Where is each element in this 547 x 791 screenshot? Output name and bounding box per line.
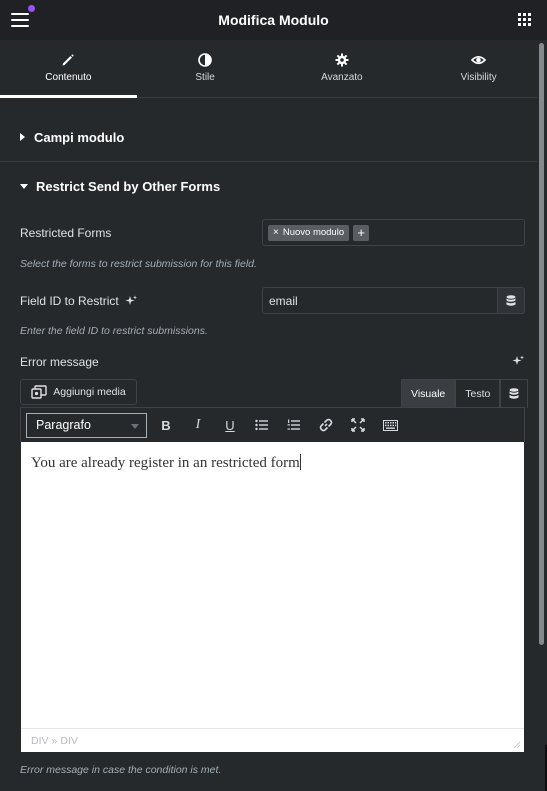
keyboard-icon [382, 419, 398, 431]
restricted-forms-select[interactable]: × Nuovo modulo + [262, 219, 525, 246]
restricted-forms-help: Select the forms to restrict submission … [20, 258, 257, 270]
tab-label: Stile [195, 72, 215, 83]
hamburger-menu-icon[interactable] [11, 13, 29, 27]
path-element[interactable]: DIV [31, 735, 49, 747]
numbered-list-button[interactable] [278, 411, 310, 439]
dynamic-tags-button[interactable] [500, 379, 529, 408]
underline-button[interactable]: U [214, 411, 246, 439]
add-form-button[interactable]: + [353, 224, 370, 241]
media-icon [31, 385, 47, 399]
editor-content: You are already register in an restricte… [31, 455, 300, 471]
tab-label: Contenuto [45, 72, 92, 83]
eye-icon [471, 55, 487, 65]
bold-button[interactable]: B [150, 411, 182, 439]
resize-handle-icon[interactable] [513, 741, 521, 749]
panel-title: Modifica Modulo [218, 12, 329, 28]
tab-label: Avanzato [321, 72, 363, 83]
tab-text[interactable]: Testo [455, 379, 501, 408]
error-message-help: Error message in case the condition is m… [20, 764, 222, 776]
add-media-button[interactable]: Aggiungi media [20, 379, 137, 405]
notification-dot [28, 5, 35, 12]
scrollbar-thumb[interactable] [539, 43, 544, 645]
italic-icon: I [195, 417, 201, 432]
underline-icon: U [225, 417, 235, 433]
tab-visual[interactable]: Visuale [401, 379, 456, 408]
format-select[interactable]: Paragrafo [26, 412, 147, 438]
tab-stile[interactable]: Stile [137, 40, 274, 97]
ai-sparkle-icon[interactable] [125, 295, 137, 307]
apps-grid-icon[interactable] [518, 13, 531, 26]
ai-sparkle-icon[interactable] [512, 355, 524, 367]
rich-text-editor[interactable]: You are already register in an restricte… [21, 442, 524, 728]
field-id-input[interactable] [262, 287, 498, 314]
tag-label: Nuovo modulo [282, 227, 345, 238]
database-icon [509, 388, 519, 399]
fullscreen-button[interactable] [342, 411, 374, 439]
editor-mode-tabs: Visuale Testo [401, 379, 529, 408]
tab-avanzato[interactable]: Avanzato [274, 40, 411, 97]
form-tag: × Nuovo modulo [268, 224, 350, 241]
label-text: Field ID to Restrict [20, 294, 119, 308]
tag-remove-button[interactable]: × [273, 227, 279, 238]
error-message-label: Error message [20, 355, 99, 369]
add-media-label: Aggiungi media [53, 386, 126, 398]
toolbar-toggle-button[interactable] [374, 411, 406, 439]
link-button[interactable] [310, 411, 342, 439]
gear-icon [335, 53, 349, 67]
bullet-list-button[interactable] [246, 411, 278, 439]
tab-label: Visibility [460, 72, 497, 83]
tab-visibility[interactable]: Visibility [410, 40, 547, 97]
section-title: Campi modulo [34, 129, 125, 145]
italic-button[interactable]: I [182, 411, 214, 439]
contrast-icon [198, 53, 212, 67]
section-restrict-send[interactable]: Restrict Send by Other Forms [0, 161, 537, 211]
chevron-down-icon [131, 423, 139, 429]
section-campi-modulo[interactable]: Campi modulo [0, 112, 537, 162]
tab-contenuto[interactable]: Contenuto [0, 40, 137, 98]
field-id-help: Enter the field ID to restrict submissio… [20, 325, 208, 337]
field-id-label: Field ID to Restrict [20, 294, 137, 308]
caret-down-icon [20, 183, 28, 189]
database-icon [506, 294, 516, 306]
panel-tabs: Contenuto Stile Avanzato Visibility [0, 40, 547, 98]
path-separator: » [51, 734, 58, 747]
pencil-icon [62, 54, 75, 66]
bullet-list-icon [255, 419, 268, 431]
link-icon [319, 418, 333, 432]
text-cursor [299, 454, 301, 470]
format-select-value: Paragrafo [36, 418, 91, 432]
numbered-list-icon [287, 419, 300, 430]
fullscreen-icon [351, 418, 365, 432]
editor-status-path: DIV » DIV [21, 728, 524, 752]
section-title: Restrict Send by Other Forms [36, 178, 221, 194]
dynamic-tags-button[interactable] [497, 287, 525, 314]
path-element[interactable]: DIV [60, 735, 78, 747]
label-text: Error message [20, 355, 99, 369]
top-bar: Modifica Modulo [0, 0, 547, 40]
restricted-forms-label: Restricted Forms [20, 226, 111, 240]
bold-icon: B [161, 417, 171, 433]
label-text: Restricted Forms [20, 226, 112, 240]
caret-right-icon [20, 133, 25, 141]
editor-toolbar: Paragrafo B I U [20, 407, 525, 442]
